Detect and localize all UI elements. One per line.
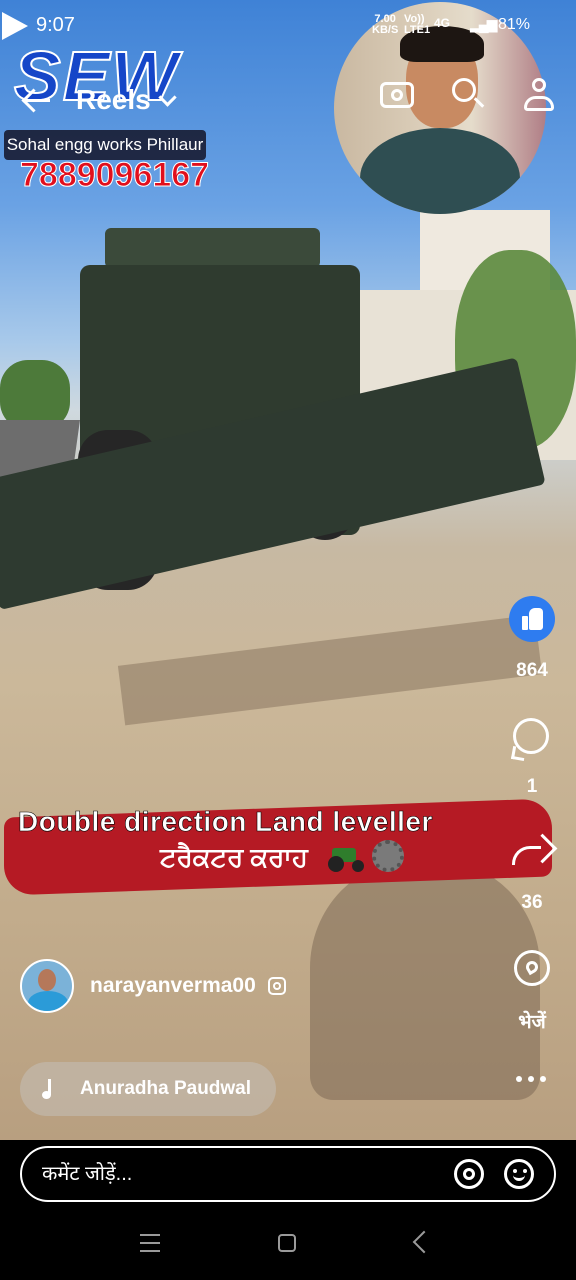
caption-english: Double direction Land leveller bbox=[18, 806, 433, 838]
video-caption-banner: Double direction Land leveller ਟਰੈਕਟਰ ਕਰ… bbox=[0, 798, 576, 896]
scene-tractor-canopy bbox=[105, 228, 320, 268]
pip-person-body bbox=[360, 128, 520, 214]
caption-punjabi: ਟਰੈਕਟਰ ਕਰਾਹ bbox=[160, 842, 308, 872]
whatsapp-icon[interactable] bbox=[514, 950, 550, 986]
more-dots-icon[interactable] bbox=[516, 1076, 548, 1084]
camera-icon[interactable] bbox=[380, 82, 414, 108]
recent-apps-icon[interactable] bbox=[140, 1234, 160, 1252]
signal-bars-icon: ▂▄▆ bbox=[470, 16, 497, 32]
share-arrow-icon[interactable] bbox=[512, 836, 552, 868]
reels-header: Reels bbox=[22, 82, 177, 118]
scene-blade-shadow bbox=[117, 614, 543, 726]
home-icon[interactable] bbox=[278, 1234, 296, 1252]
comment-count: 1 bbox=[526, 776, 538, 797]
back-arrow-icon[interactable] bbox=[22, 85, 52, 115]
owner-avatar[interactable] bbox=[20, 959, 74, 1013]
reels-title[interactable]: Reels bbox=[76, 84, 151, 116]
profile-icon[interactable] bbox=[524, 78, 554, 112]
comment-bubble-icon[interactable] bbox=[513, 718, 549, 754]
comment-input[interactable] bbox=[40, 1161, 454, 1187]
header-actions bbox=[380, 78, 554, 112]
network-type: 4G bbox=[434, 16, 451, 30]
comment-field-wrapper[interactable] bbox=[20, 1146, 556, 1202]
network-rate: 7.00 KB/S bbox=[372, 14, 398, 36]
owner-username[interactable]: narayanverma00 bbox=[90, 974, 256, 998]
instagram-icon[interactable] bbox=[267, 977, 286, 995]
battery-level: 81% bbox=[498, 16, 531, 33]
search-icon[interactable] bbox=[452, 78, 486, 112]
media-play-icon bbox=[2, 12, 28, 40]
volte-bottom: LTE1 bbox=[404, 24, 431, 36]
emoji-smile-icon[interactable] bbox=[504, 1159, 534, 1189]
system-nav-bar bbox=[0, 1212, 576, 1280]
watermark-phone: 7889096167 bbox=[19, 156, 210, 195]
share-count: 36 bbox=[521, 892, 543, 913]
gear-emoji-icon bbox=[372, 840, 404, 872]
status-bar: 9:07 7.00 KB/S Vo)) LTE1 4G ▂▄▆ 81% bbox=[0, 0, 576, 48]
thumbs-up-icon[interactable] bbox=[509, 596, 555, 642]
back-nav-icon[interactable] bbox=[412, 1230, 436, 1254]
music-title: Anuradha Paudwal bbox=[80, 1078, 252, 1099]
chevron-down-icon[interactable] bbox=[158, 87, 177, 107]
music-note-icon bbox=[40, 1079, 58, 1099]
send-label: भेजें bbox=[518, 1012, 546, 1033]
status-time: 9:07 bbox=[36, 14, 75, 36]
mention-at-icon[interactable] bbox=[454, 1159, 484, 1189]
volte-indicator: Vo)) LTE1 bbox=[404, 14, 430, 36]
music-pill[interactable]: Anuradha Paudwal bbox=[20, 1062, 276, 1116]
tractor-emoji-icon bbox=[328, 842, 368, 872]
reel-owner[interactable]: narayanverma00 bbox=[20, 958, 286, 1014]
like-count: 864 bbox=[516, 660, 548, 681]
network-rate-unit: KB/S bbox=[372, 24, 399, 36]
